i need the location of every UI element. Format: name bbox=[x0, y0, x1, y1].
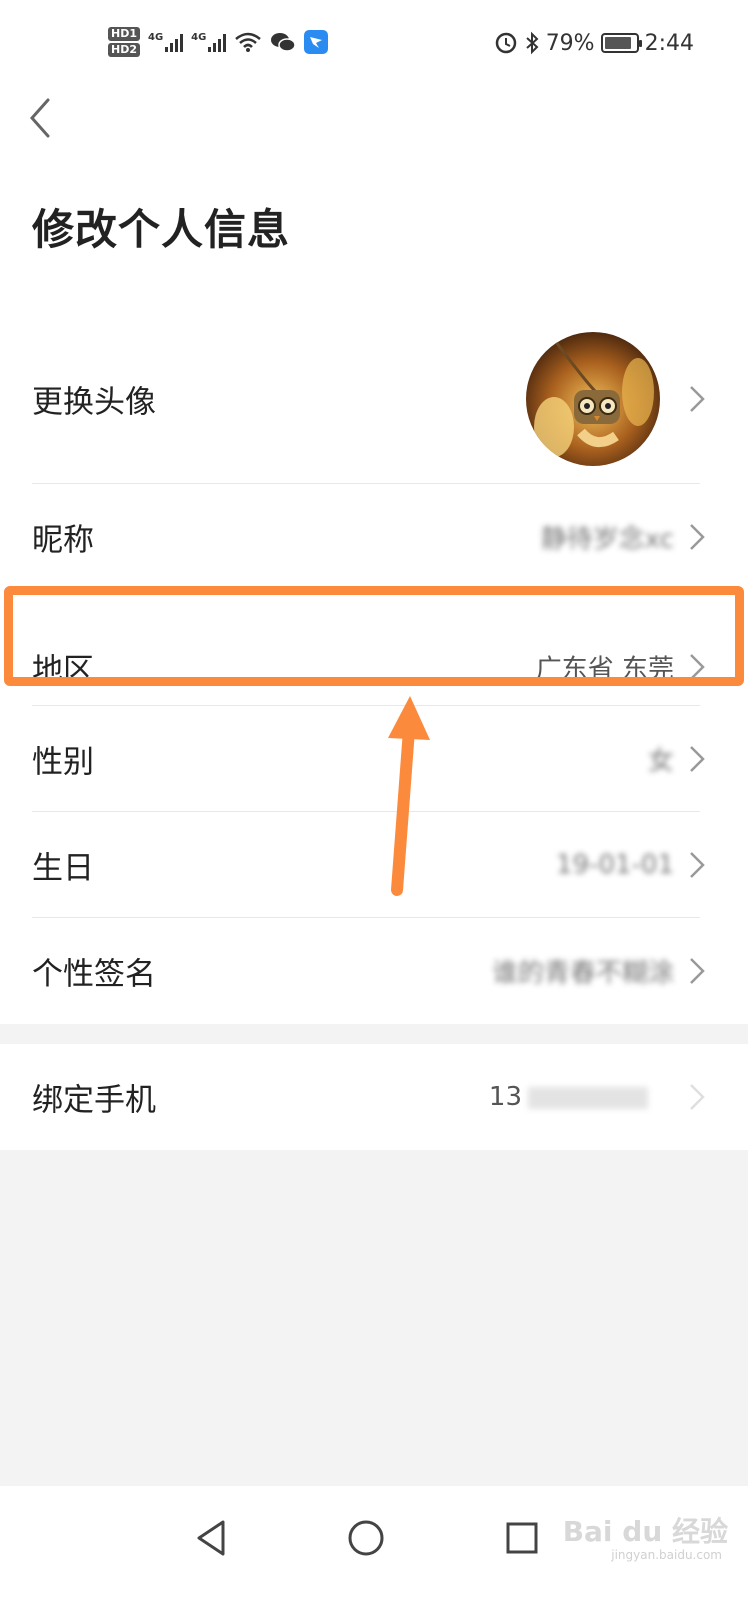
signal-2-icon: 4G bbox=[191, 32, 227, 52]
profile-list: 更换头像 昵称 静待岁念xc 地区 广东省 东莞 性别 女 生日 19-01-0… bbox=[0, 314, 748, 1024]
chevron-right-icon bbox=[690, 958, 705, 984]
wechat-icon bbox=[271, 33, 297, 52]
watermark: Bai du 经验 bbox=[562, 1515, 728, 1548]
nav-home-icon[interactable] bbox=[336, 1508, 396, 1568]
hd-badge-2: HD2 bbox=[108, 43, 140, 57]
row-region[interactable]: 地区 广东省 东莞 bbox=[0, 590, 748, 706]
row-nickname[interactable]: 昵称 静待岁念xc bbox=[0, 484, 748, 590]
status-left: HD1 HD2 4G 4G bbox=[108, 22, 329, 62]
row-label: 地区 bbox=[32, 652, 94, 689]
screen: HD1 HD2 4G 4G 79% 2:44 修改个人信息 更换头像 昵称 静待… bbox=[0, 0, 748, 1600]
row-label: 个性签名 bbox=[32, 956, 156, 993]
page-title: 修改个人信息 bbox=[32, 205, 291, 254]
section-gap bbox=[0, 1024, 748, 1044]
dingtalk-icon bbox=[304, 30, 329, 54]
status-right: 79% 2:44 bbox=[494, 26, 694, 60]
row-value: 13 bbox=[489, 1082, 648, 1112]
data-saver-icon bbox=[495, 32, 516, 54]
row-change-avatar[interactable]: 更换头像 bbox=[0, 314, 748, 484]
nav-bar: Bai du 经验 jingyan.baidu.com bbox=[0, 1486, 748, 1600]
hd-indicators: HD1 HD2 bbox=[108, 27, 140, 57]
back-arrow-icon[interactable] bbox=[22, 96, 62, 140]
status-bar: HD1 HD2 4G 4G 79% 2:44 bbox=[0, 0, 748, 84]
row-bind-phone[interactable]: 绑定手机 13 bbox=[0, 1044, 748, 1150]
row-birthday[interactable]: 生日 19-01-01 bbox=[0, 812, 748, 918]
row-gender[interactable]: 性别 女 bbox=[0, 706, 748, 812]
nav-recent-icon[interactable] bbox=[492, 1508, 552, 1568]
row-label: 更换头像 bbox=[32, 384, 156, 421]
row-label: 生日 bbox=[32, 850, 94, 887]
chevron-right-icon bbox=[690, 524, 705, 550]
bluetooth-icon bbox=[526, 31, 539, 55]
row-value: 女 bbox=[647, 746, 674, 777]
row-signature[interactable]: 个性签名 谁的青春不糊涂 bbox=[0, 918, 748, 1024]
watermark-sub: jingyan.baidu.com bbox=[611, 1548, 722, 1562]
signal-1-icon: 4G bbox=[148, 32, 184, 52]
avatar[interactable] bbox=[526, 332, 660, 466]
chevron-right-icon bbox=[690, 852, 705, 878]
battery-percent: 79% bbox=[545, 30, 595, 56]
row-label: 性别 bbox=[32, 744, 94, 781]
row-label: 绑定手机 bbox=[32, 1082, 156, 1119]
hd-badge-1: HD1 bbox=[108, 27, 140, 41]
row-value: 谁的青春不糊涂 bbox=[491, 958, 674, 989]
chevron-right-icon bbox=[690, 1084, 705, 1110]
page-header: 修改个人信息 bbox=[0, 84, 748, 314]
chevron-right-icon bbox=[690, 653, 705, 680]
wifi-icon bbox=[235, 32, 262, 52]
battery-icon bbox=[600, 33, 642, 53]
chevron-right-icon bbox=[690, 386, 705, 412]
battery-fill bbox=[604, 37, 632, 49]
row-value: 广东省 东莞 bbox=[535, 654, 674, 685]
row-label: 昵称 bbox=[32, 522, 94, 559]
nav-back-icon[interactable] bbox=[183, 1508, 243, 1568]
row-value: 19-01-01 bbox=[555, 850, 674, 880]
clock: 2:44 bbox=[644, 30, 694, 56]
row-value: 静待岁念xc bbox=[540, 524, 674, 555]
chevron-right-icon bbox=[690, 746, 705, 772]
